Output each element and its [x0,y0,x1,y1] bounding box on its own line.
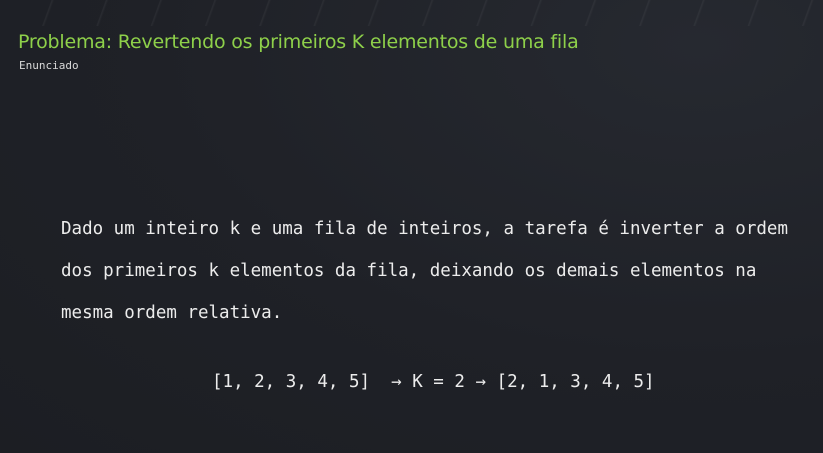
slide-title: Problema: Revertendo os primeiros K elem… [18,31,579,53]
statement-line: mesma ordem relativa. [61,303,283,323]
statement-line: Dado um inteiro k e uma fila de inteiros… [61,219,788,239]
slide-subtitle: Enunciado [19,59,79,72]
arrow-right-icon: → [391,372,402,392]
example-output: [2, 1, 3, 4, 5] [496,372,655,392]
arrow-right-icon: → [475,372,486,392]
example-input: [1, 2, 3, 4, 5] [212,372,371,392]
example-param: K = 2 [412,372,465,392]
slide: Problema: Revertendo os primeiros K elem… [0,0,823,453]
decorative-stripes [0,0,823,26]
example-row: [1, 2, 3, 4, 5] → K = 2 → [2, 1, 3, 4, 5… [212,372,655,392]
problem-statement: Dado um inteiro k e uma fila de inteiros… [61,208,801,334]
statement-line: dos primeiros k elementos da fila, deixa… [61,261,757,281]
